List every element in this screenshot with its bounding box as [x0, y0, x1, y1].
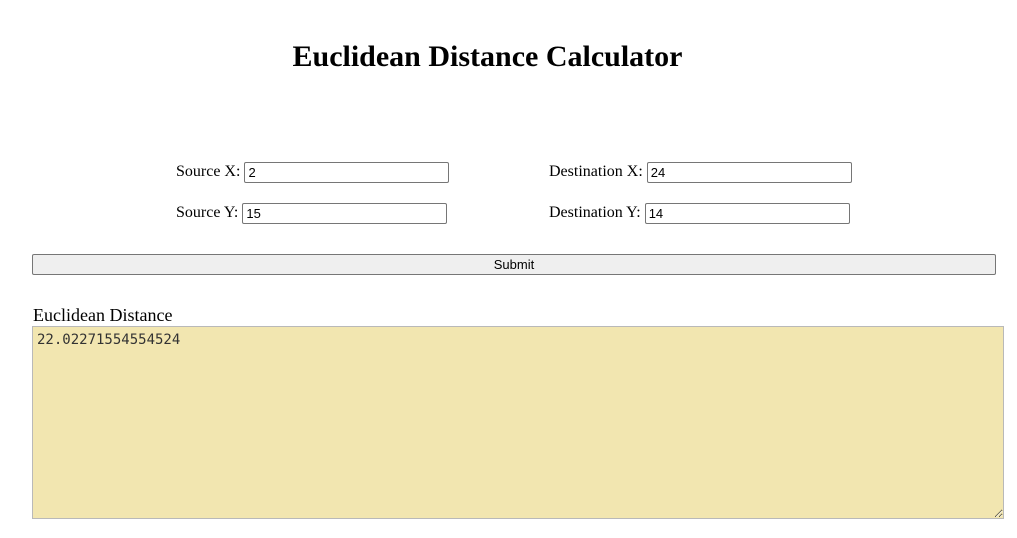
destination-y-label: Destination Y:: [549, 204, 641, 221]
submit-button[interactable]: Submit: [32, 254, 996, 275]
result-label: Euclidean Distance: [33, 305, 173, 325]
source-x-label: Source X:: [176, 163, 241, 180]
destination-x-label: Destination X:: [549, 163, 643, 180]
destination-y-input[interactable]: [644, 202, 850, 224]
source-y-label: Source Y:: [176, 204, 239, 221]
destination-x-field: Destination X:: [549, 161, 852, 183]
result-textarea[interactable]: 22.02271554554524: [32, 326, 1004, 519]
source-x-field: Source X:: [176, 161, 450, 183]
source-y-input[interactable]: [242, 202, 448, 224]
source-x-input[interactable]: [244, 161, 450, 183]
destination-y-field: Destination Y:: [549, 202, 850, 224]
source-y-field: Source Y:: [176, 202, 448, 224]
page-title: Euclidean Distance Calculator: [292, 40, 683, 73]
destination-x-input[interactable]: [646, 161, 852, 183]
